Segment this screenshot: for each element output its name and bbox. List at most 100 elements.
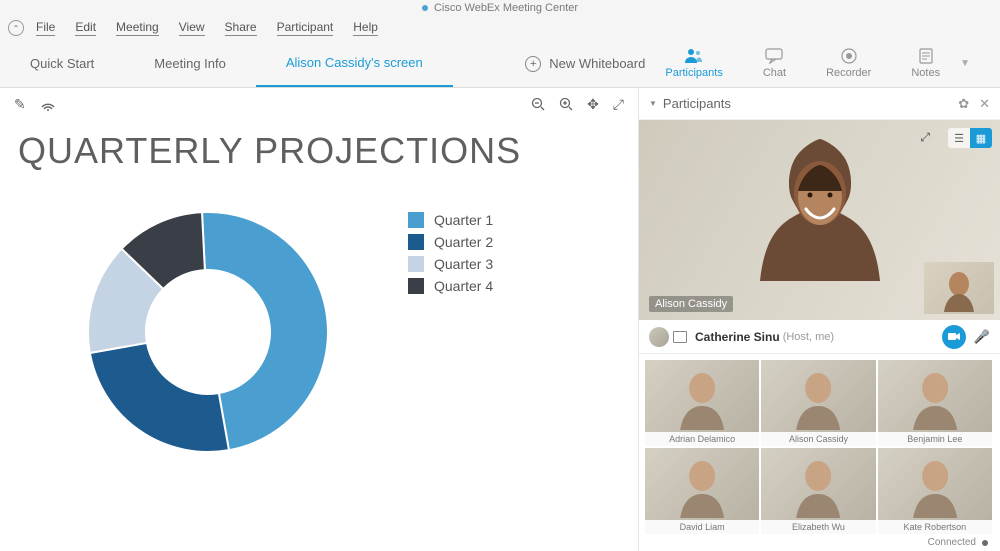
self-view-thumbnail[interactable] bbox=[924, 262, 994, 314]
donut-slice bbox=[90, 343, 229, 452]
toolbar: Quick Start Meeting Info Alison Cassidy'… bbox=[0, 40, 1000, 88]
wifi-share-icon[interactable] bbox=[40, 97, 56, 111]
participants-header: ▼ Participants ✿ ✕ bbox=[639, 88, 1000, 120]
thumbnail-image bbox=[761, 360, 875, 432]
active-speaker-video: ⤢ ☰ ▦ Alison Cassidy bbox=[639, 120, 1000, 320]
menu-edit[interactable]: Edit bbox=[75, 20, 96, 36]
self-name: Catherine Sinu bbox=[695, 330, 780, 344]
plus-icon: + bbox=[525, 56, 541, 72]
participant-grid: Adrian DelamicoAlison CassidyBenjamin Le… bbox=[639, 354, 1000, 540]
content-tabs: Quick Start Meeting Info Alison Cassidy'… bbox=[0, 40, 453, 87]
menu-help[interactable]: Help bbox=[353, 20, 378, 36]
pencil-icon[interactable]: ✎ bbox=[14, 96, 26, 113]
thumbnail-image bbox=[645, 360, 759, 432]
legend-label: Quarter 2 bbox=[434, 234, 493, 250]
camera-button[interactable] bbox=[942, 325, 966, 349]
active-speaker-name: Alison Cassidy bbox=[649, 296, 733, 312]
menu-view[interactable]: View bbox=[179, 20, 205, 36]
expand-video-icon[interactable]: ⤢ bbox=[920, 130, 930, 145]
self-tag: (Host, me) bbox=[783, 331, 834, 343]
slide-content: QUARTERLY PROJECTIONS Quarter 1 Quarter 2… bbox=[0, 120, 638, 551]
chat-icon bbox=[765, 48, 783, 64]
legend-item: Quarter 1 bbox=[408, 212, 493, 228]
thumbnail-image bbox=[878, 360, 992, 432]
legend-item: Quarter 2 bbox=[408, 234, 493, 250]
legend-swatch bbox=[408, 212, 424, 228]
shared-screen: ✎ ✥ ⤢ QUARTERLY PROJECTIONS bbox=[0, 88, 638, 551]
participants-panel: ▼ Participants ✿ ✕ ⤢ ☰ ▦ bbox=[638, 88, 1000, 551]
participant-thumbnail[interactable]: Kate Robertson bbox=[878, 448, 992, 534]
thumbnail-name: Kate Robertson bbox=[878, 520, 992, 534]
legend-swatch bbox=[408, 234, 424, 250]
close-icon[interactable]: ✕ bbox=[979, 96, 990, 112]
app-indicator-dot bbox=[422, 5, 428, 11]
chart-title: QUARTERLY PROJECTIONS bbox=[18, 130, 620, 172]
tab-screen-share[interactable]: Alison Cassidy's screen bbox=[256, 40, 453, 87]
legend-item: Quarter 3 bbox=[408, 256, 493, 272]
fullscreen-icon[interactable]: ⤢ bbox=[613, 96, 624, 113]
panel-recorder-button[interactable]: Recorder bbox=[826, 48, 871, 79]
pan-icon[interactable]: ✥ bbox=[587, 96, 599, 113]
thumbnail-name: David Liam bbox=[645, 520, 759, 534]
panel-chat-label: Chat bbox=[763, 67, 786, 79]
self-participant-row: Catherine Sinu (Host, me) 🎤 bbox=[639, 320, 1000, 354]
menu-file[interactable]: File bbox=[36, 20, 55, 36]
panel-buttons: Participants Chat Recorder Notes ▼ bbox=[665, 48, 1000, 79]
view-toggle: ☰ ▦ bbox=[948, 128, 992, 148]
panel-participants-button[interactable]: Participants bbox=[665, 48, 722, 79]
zoom-out-icon[interactable] bbox=[531, 97, 545, 111]
connection-dot-icon bbox=[982, 540, 988, 546]
record-icon bbox=[841, 48, 857, 64]
connection-status: Connected bbox=[928, 537, 988, 548]
participant-thumbnail[interactable]: Benjamin Lee bbox=[878, 360, 992, 446]
panel-participants-label: Participants bbox=[665, 67, 722, 79]
grid-view-button[interactable]: ▦ bbox=[970, 128, 992, 148]
panel-recorder-label: Recorder bbox=[826, 67, 871, 79]
thumbnail-name: Adrian Delamico bbox=[645, 432, 759, 446]
panel-chat-button[interactable]: Chat bbox=[763, 48, 786, 79]
title-bar: Cisco WebEx Meeting Center bbox=[0, 0, 1000, 16]
legend-label: Quarter 1 bbox=[434, 212, 493, 228]
main-area: ✎ ✥ ⤢ QUARTERLY PROJECTIONS bbox=[0, 88, 1000, 551]
participant-thumbnail[interactable]: David Liam bbox=[645, 448, 759, 534]
tab-meeting-info[interactable]: Meeting Info bbox=[124, 40, 256, 87]
panel-overflow-button[interactable]: ▼ bbox=[960, 58, 970, 69]
thumbnail-name: Alison Cassidy bbox=[761, 432, 875, 446]
connection-label: Connected bbox=[928, 537, 976, 548]
active-speaker-face bbox=[730, 121, 910, 301]
thumbnail-image bbox=[761, 448, 875, 520]
thumbnail-image bbox=[645, 448, 759, 520]
participant-thumbnail[interactable]: Elizabeth Wu bbox=[761, 448, 875, 534]
collapse-toggle[interactable]: ⌃ bbox=[8, 20, 24, 36]
thumbnail-image bbox=[878, 448, 992, 520]
new-whiteboard-button[interactable]: + New Whiteboard bbox=[525, 56, 645, 72]
panel-notes-label: Notes bbox=[911, 67, 940, 79]
collapse-panel-icon[interactable]: ▼ bbox=[649, 99, 657, 108]
tab-quick-start[interactable]: Quick Start bbox=[0, 40, 124, 87]
donut-chart bbox=[58, 182, 358, 482]
zoom-in-icon[interactable] bbox=[559, 97, 573, 111]
menu-participant[interactable]: Participant bbox=[277, 20, 334, 36]
legend-swatch bbox=[408, 278, 424, 294]
participant-thumbnail[interactable]: Adrian Delamico bbox=[645, 360, 759, 446]
list-view-button[interactable]: ☰ bbox=[948, 128, 970, 148]
chart-legend: Quarter 1 Quarter 2 Quarter 3 Quarter 4 bbox=[408, 212, 493, 300]
participant-thumbnail[interactable]: Alison Cassidy bbox=[761, 360, 875, 446]
thumbnail-name: Benjamin Lee bbox=[878, 432, 992, 446]
participants-title: Participants bbox=[663, 96, 731, 111]
panel-notes-button[interactable]: Notes bbox=[911, 48, 940, 79]
gear-icon[interactable]: ✿ bbox=[958, 96, 969, 112]
app-title: Cisco WebEx Meeting Center bbox=[434, 2, 578, 14]
microphone-muted-icon[interactable]: 🎤 bbox=[974, 329, 990, 345]
legend-swatch bbox=[408, 256, 424, 272]
legend-label: Quarter 4 bbox=[434, 278, 493, 294]
notes-icon bbox=[919, 48, 933, 64]
menu-share[interactable]: Share bbox=[225, 20, 257, 36]
thumbnail-name: Elizabeth Wu bbox=[761, 520, 875, 534]
legend-item: Quarter 4 bbox=[408, 278, 493, 294]
menu-meeting[interactable]: Meeting bbox=[116, 20, 159, 36]
people-icon bbox=[684, 48, 704, 64]
avatar bbox=[649, 327, 669, 347]
new-whiteboard-label: New Whiteboard bbox=[549, 56, 645, 71]
menu-bar: ⌃ File Edit Meeting View Share Participa… bbox=[0, 16, 1000, 40]
